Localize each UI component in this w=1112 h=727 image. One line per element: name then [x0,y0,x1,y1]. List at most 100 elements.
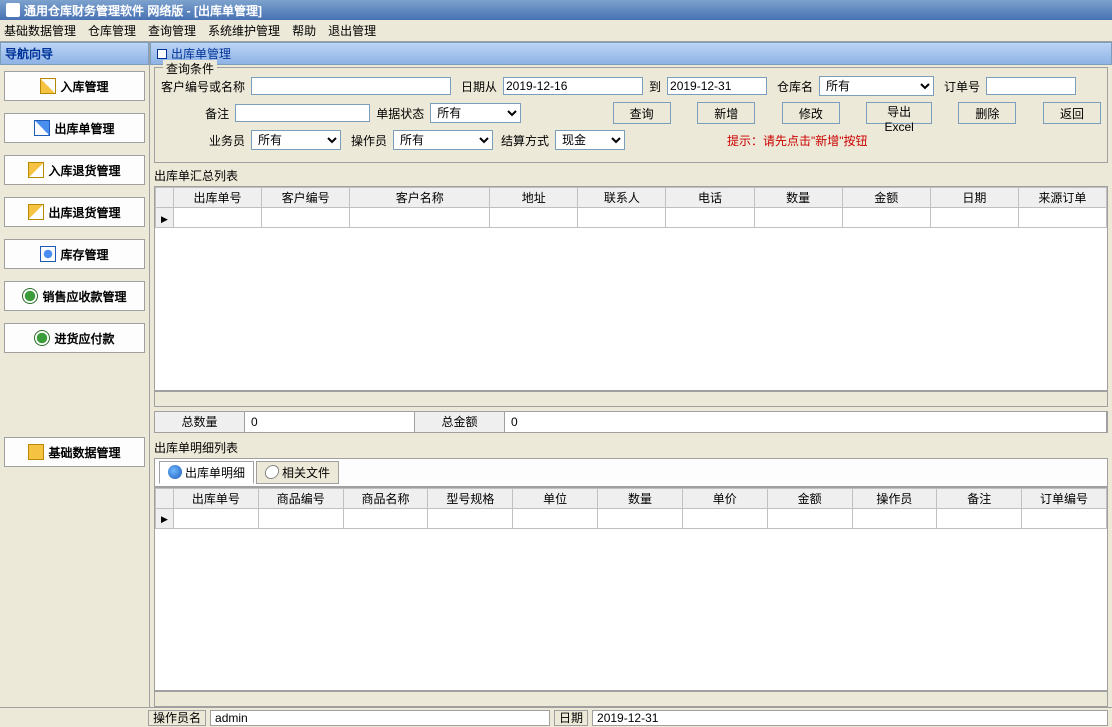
menu-exit[interactable]: 退出管理 [328,22,376,39]
menu-warehouse[interactable]: 仓库管理 [88,22,136,39]
label-total-qty: 总数量 [155,412,245,432]
value-total-qty: 0 [245,412,415,432]
tab-files[interactable]: 相关文件 [256,461,339,484]
app-icon [6,3,20,17]
col-amount[interactable]: 金额 [842,188,930,208]
back-button[interactable]: 返回 [1043,102,1101,124]
table-row[interactable] [156,508,1107,528]
status-date-value: 2019-12-31 [592,710,1108,726]
document-area: 出库单管理 查询条件 客户编号或名称 日期从 到 仓库名 所有 订单号 备注 单… [150,42,1112,707]
col-date[interactable]: 日期 [930,188,1018,208]
col-qty[interactable]: 数量 [754,188,842,208]
dcol-unit[interactable]: 单位 [513,488,598,508]
label-sales: 业务员 [161,132,245,149]
value-total-amount: 0 [505,412,1107,432]
input-customer[interactable] [251,77,451,95]
query-group: 查询条件 客户编号或名称 日期从 到 仓库名 所有 订单号 备注 单据状态 所有… [154,67,1108,163]
row-indicator-icon [156,208,174,228]
new-button[interactable]: 新增 [697,102,755,124]
query-button[interactable]: 查询 [613,102,671,124]
nav-inbound-return[interactable]: 入库退货管理 [4,155,145,185]
outbound-return-icon [28,204,44,220]
menu-maintenance[interactable]: 系统维护管理 [208,22,280,39]
summary-grid[interactable]: 出库单号 客户编号 客户名称 地址 联系人 电话 数量 金额 日期 来源订单 [154,186,1108,391]
label-order: 订单号 [940,78,980,95]
outbound-icon [34,120,50,136]
select-operator[interactable]: 所有 [393,130,493,150]
nav-panel: 导航向导 入库管理 出库单管理 入库退货管理 出库退货管理 库存管理 销售应收款… [0,42,150,707]
dcol-operator[interactable]: 操作员 [852,488,937,508]
dcol-outbound-no[interactable]: 出库单号 [174,488,259,508]
status-operator-label: 操作员名 [148,710,206,726]
export-excel-button[interactable]: 导出Excel [866,102,931,124]
row-header-corner [156,188,174,208]
nav-receivable[interactable]: 销售应收款管理 [4,281,145,311]
col-customer-name[interactable]: 客户名称 [350,188,490,208]
window-title: 通用仓库财务管理软件 网络版 - [出库单管理] [24,2,262,19]
label-customer: 客户编号或名称 [161,78,245,95]
col-outbound-no[interactable]: 出库单号 [174,188,262,208]
detail-row-header-corner [156,488,174,508]
summary-scrollbar[interactable] [154,391,1108,407]
globe-icon [168,465,182,479]
input-date-to[interactable] [667,77,767,95]
nav-outbound-return[interactable]: 出库退货管理 [4,197,145,227]
attachment-icon [264,465,280,479]
label-status: 单据状态 [376,105,424,122]
input-order[interactable] [986,77,1076,95]
input-remark[interactable] [235,104,370,122]
edit-button[interactable]: 修改 [782,102,840,124]
dcol-spec[interactable]: 型号规格 [428,488,513,508]
col-address[interactable]: 地址 [490,188,578,208]
dcol-remark[interactable]: 备注 [937,488,1022,508]
detail-grid[interactable]: 出库单号 商品编号 商品名称 型号规格 单位 数量 单价 金额 操作员 备注 订… [154,487,1108,692]
dcol-price[interactable]: 单价 [682,488,767,508]
select-warehouse[interactable]: 所有 [819,76,934,96]
tab-detail[interactable]: 出库单明细 [159,461,254,484]
menu-basic-data[interactable]: 基础数据管理 [4,22,76,39]
label-settle: 结算方式 [499,132,549,149]
label-date-to: 到 [649,78,661,95]
delete-button[interactable]: 删除 [958,102,1016,124]
label-warehouse: 仓库名 [773,78,813,95]
input-date-from[interactable] [503,77,643,95]
summary-label: 出库单汇总列表 [150,165,1112,186]
nav-inbound[interactable]: 入库管理 [4,71,145,101]
select-sales[interactable]: 所有 [251,130,341,150]
nav-basic-data[interactable]: 基础数据管理 [4,437,145,467]
dcol-product-id[interactable]: 商品编号 [258,488,343,508]
inventory-icon [40,246,56,262]
table-row[interactable] [156,208,1107,228]
select-settle[interactable]: 现金 [555,130,625,150]
label-operator: 操作员 [347,132,387,149]
nav-outbound[interactable]: 出库单管理 [4,113,145,143]
col-source-order[interactable]: 来源订单 [1018,188,1106,208]
menubar: 基础数据管理 仓库管理 查询管理 系统维护管理 帮助 退出管理 [0,20,1112,42]
inbound-return-icon [28,162,44,178]
dcol-order-no[interactable]: 订单编号 [1022,488,1107,508]
inbound-icon [40,78,56,94]
detail-scrollbar[interactable] [154,691,1108,707]
label-date-from: 日期从 [457,78,497,95]
col-customer-id[interactable]: 客户编号 [262,188,350,208]
nav-payable[interactable]: 进货应付款 [4,323,145,353]
dcol-qty[interactable]: 数量 [598,488,683,508]
dcol-amount[interactable]: 金额 [767,488,852,508]
basic-data-icon [28,444,44,460]
window-titlebar: 通用仓库财务管理软件 网络版 - [出库单管理] [0,0,1112,20]
row-indicator-icon [156,508,174,528]
document-titlebar: 出库单管理 [150,42,1112,65]
nav-inventory[interactable]: 库存管理 [4,239,145,269]
payable-icon [34,330,50,346]
query-legend: 查询条件 [163,60,217,77]
menu-query[interactable]: 查询管理 [148,22,196,39]
statusbar: 操作员名 admin 日期 2019-12-31 [0,707,1112,727]
restore-icon[interactable] [157,49,167,59]
select-status[interactable]: 所有 [430,103,520,123]
col-phone[interactable]: 电话 [666,188,754,208]
menu-help[interactable]: 帮助 [292,22,316,39]
status-operator-value: admin [210,710,550,726]
label-remark: 备注 [161,105,229,122]
col-contact[interactable]: 联系人 [578,188,666,208]
dcol-product-name[interactable]: 商品名称 [343,488,428,508]
